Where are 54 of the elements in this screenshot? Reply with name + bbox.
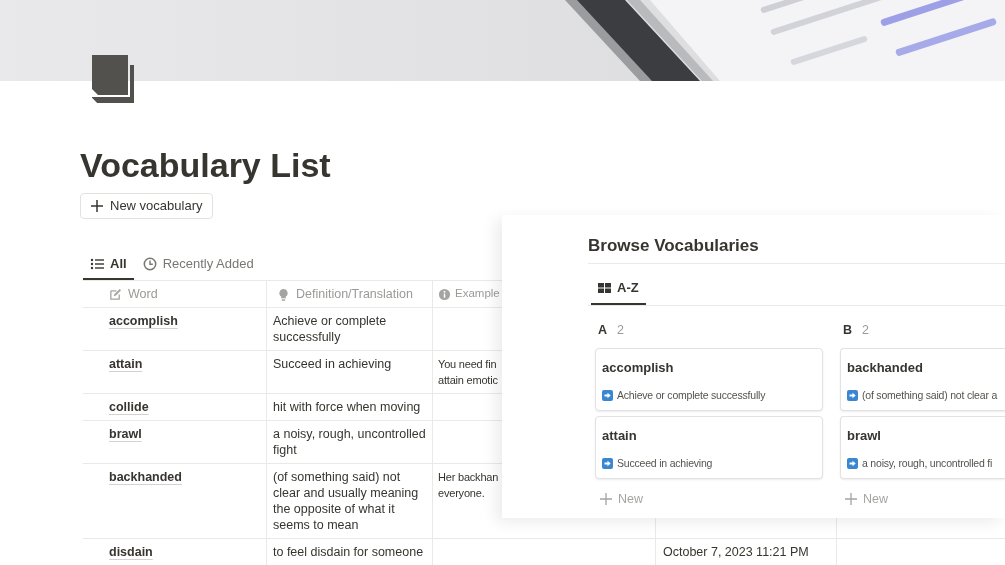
table-cell: Achieve or complete successfully (273, 314, 387, 344)
clock-icon (142, 256, 157, 271)
table-cell: October 7, 2023 11:21 PM (663, 545, 809, 559)
card-title: accomplish (602, 359, 675, 377)
page-title: Vocabulary List (80, 145, 332, 185)
plus-icon (845, 493, 857, 506)
table-cell: a noisy, rough, uncontrolled fight (273, 427, 426, 457)
card-text: Succeed in achieving (617, 455, 713, 471)
table-cell-text: You need fin attain emotic (438, 357, 498, 388)
card-text: Achieve or complete successfully (617, 387, 766, 403)
arrow-icon (602, 457, 613, 469)
card-text: a noisy, rough, uncontrolled fi (862, 455, 993, 471)
word-link[interactable]: attain (109, 357, 143, 371)
table-cell: (of something said) not clear and usually meaning the opposite of what it seems to mean (273, 470, 419, 532)
column-header: Example (455, 286, 500, 302)
plus-icon (90, 199, 104, 213)
view-tab[interactable]: All (83, 249, 134, 280)
lightbulb-icon (277, 287, 290, 301)
table-cell-text: Her backhan everyone. (438, 470, 499, 501)
vocabulary-card[interactable]: accomplish Achieve or complete successfully (595, 348, 823, 411)
column-header: Word (128, 285, 158, 303)
group-label: A (598, 321, 608, 339)
list-icon (90, 256, 104, 271)
document-icon (92, 55, 136, 103)
view-tab[interactable]: A-Z (591, 273, 646, 305)
edit-icon (109, 287, 122, 301)
arrow-icon (847, 457, 858, 469)
table-cell: Succeed in achieving (273, 357, 392, 371)
word-link[interactable]: accomplish (109, 314, 178, 328)
view-tab[interactable]: Recently Added (135, 249, 261, 280)
word-link[interactable]: brawl (109, 427, 142, 441)
vocabulary-card[interactable]: backhanded (of something said) not clear a (840, 348, 1005, 411)
group-count: 2 (862, 321, 869, 339)
word-link[interactable]: disdain (109, 545, 153, 559)
table-cell: hit with force when moving (273, 400, 421, 414)
panel-title: Browse Vocabularies (588, 215, 1005, 264)
grid-icon (598, 282, 611, 294)
word-link[interactable]: collide (109, 400, 149, 414)
group-label: B (843, 321, 853, 339)
card-title: backhanded (847, 359, 924, 377)
new-vocabulary-button[interactable]: New vocabulary (80, 193, 213, 219)
arrow-icon (602, 389, 613, 401)
card-title: brawl (847, 427, 882, 445)
card-text: (of something said) not clear a (862, 387, 998, 403)
column-header: Definition/Translation (296, 285, 413, 303)
vocabulary-card[interactable]: brawl a noisy, rough, uncontrolled fi (840, 416, 1005, 479)
plus-icon (600, 493, 612, 506)
card-title: attain (602, 427, 638, 445)
table-cell: to feel disdain for someone (273, 545, 424, 559)
group-count: 2 (617, 321, 624, 339)
arrow-icon (847, 389, 858, 401)
word-link[interactable]: backhanded (109, 470, 182, 484)
vocabulary-card[interactable]: attain Succeed in achieving (595, 416, 823, 479)
info-icon (438, 287, 451, 301)
